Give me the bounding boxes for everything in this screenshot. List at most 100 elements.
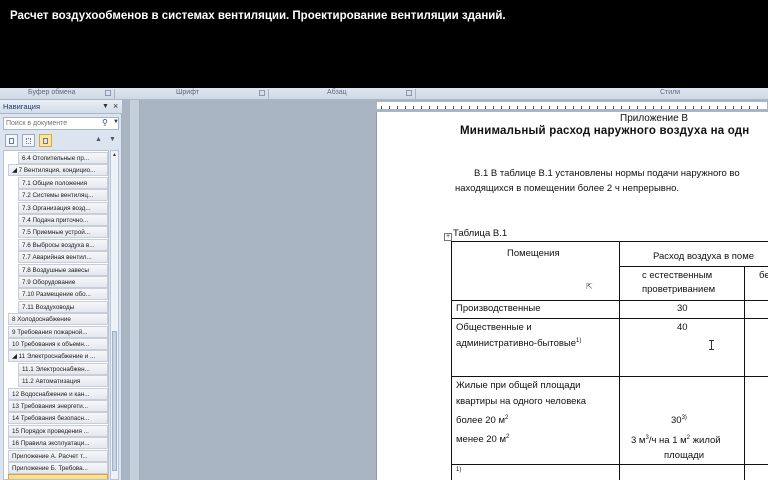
navigation-title: Навигация (3, 102, 41, 111)
row-residential-less-text: менее 20 м (456, 434, 507, 446)
ruler-tick (389, 106, 390, 109)
ruler-tick (437, 106, 438, 109)
paragraph-line-1: В.1 В таблице В.1 установлены нормы пода… (474, 168, 740, 179)
nav-heading-item[interactable]: 7.1 Общие положения (18, 176, 108, 189)
nav-heading-item[interactable]: 7.9 Оборудование (18, 276, 108, 288)
nav-heading-item[interactable]: 10 Требования к объемн... (8, 338, 108, 350)
table-border-line (451, 241, 768, 242)
table-move-handle-icon[interactable]: + (444, 233, 452, 241)
row-industrial-name: Производственные (456, 303, 541, 314)
row-residential-name-line-2: квартиры на одного человека (456, 396, 587, 407)
clipboard-launcher-icon[interactable] (105, 90, 111, 96)
row-residential-value-2: 3 м3/ч на 1 м2 жилой (631, 435, 721, 446)
nav-heading-item[interactable]: 7.10 Размещение обо... (18, 288, 108, 301)
row-public-name-line-2: административно-бытовые1) (456, 338, 581, 349)
header-natural-line-2: проветриванием (642, 284, 716, 295)
ruler-tick (717, 106, 718, 109)
ruler-tick (653, 106, 654, 109)
next-heading-arrow-icon[interactable]: ▼ (109, 136, 116, 143)
table-border-line (619, 241, 620, 480)
nav-heading-item[interactable]: 6.4 Отопительные пр... (18, 152, 108, 164)
close-icon[interactable]: × (113, 101, 118, 111)
ruler-tick (621, 106, 622, 109)
video-title: Расчет воздухообменов в системах вентиля… (10, 10, 506, 22)
nav-heading-item[interactable]: 7.8 Воздушные завесы (18, 263, 108, 276)
pane-options-chevron-down-icon[interactable]: ▼ (102, 103, 109, 110)
navigation-scrollbar[interactable]: ▲ (110, 150, 119, 480)
paragraph-launcher-icon[interactable] (406, 90, 412, 96)
previous-heading-arrow-icon[interactable]: ▲ (95, 136, 102, 143)
nav-heading-item[interactable]: 12 Водоснабжение и кан... (8, 387, 108, 400)
ruler-tick (413, 106, 414, 109)
ruler-tick (685, 106, 686, 109)
text-cursor-icon (709, 340, 714, 350)
nav-heading-item[interactable]: ◢ 11 Электроснабжение и ... (8, 350, 108, 363)
nav-heading-item[interactable]: 7.6 Выбросы воздуха в... (18, 238, 108, 251)
pages-grid-icon (26, 138, 31, 144)
superscript: 2 (505, 415, 509, 421)
ruler-tick (645, 106, 646, 109)
scrollbar-thumb[interactable] (112, 331, 117, 471)
value-text: /ч на 1 м (648, 435, 687, 447)
table-border-line (451, 241, 452, 480)
nav-heading-item[interactable]: 7.5 Приемные устрой... (18, 226, 108, 239)
ruler-tick (517, 106, 518, 109)
table-border-line (451, 318, 768, 319)
search-icon[interactable]: ⚲ (102, 118, 108, 127)
document-page[interactable]: Приложение В Минимальный расход наружног… (376, 112, 768, 480)
row-residential-value-1-text: 30 (671, 415, 682, 427)
results-view-button[interactable] (39, 134, 52, 147)
font-launcher-icon[interactable] (259, 90, 265, 96)
ruler-tick (669, 106, 670, 109)
nav-heading-item[interactable]: 9 Требования пожарной... (8, 325, 108, 338)
ruler-tick (493, 106, 494, 109)
nav-heading-item[interactable]: 11.1 Электроснабжен... (18, 362, 108, 375)
header-air-flow: Расход воздуха в поме (653, 251, 755, 262)
pages-view-button[interactable] (22, 134, 35, 147)
ribbon-group-clipboard[interactable]: Буфер обмена (28, 89, 76, 96)
nav-heading-item[interactable]: 7.4 Подача приточно... (18, 214, 108, 226)
nav-heading-item[interactable]: 16 Правила эксплуатаци... (8, 437, 108, 450)
value-text: 3 м (631, 435, 646, 447)
appendix-label: Приложение В (620, 113, 689, 124)
ruler-tick (541, 106, 542, 109)
nav-heading-item[interactable]: 7.2 Системы вентиляц... (18, 189, 108, 202)
ruler-tick (597, 106, 598, 109)
nav-heading-item[interactable]: 7.11 Воздуховоды (18, 300, 108, 313)
ribbon-group-styles[interactable]: Стили (660, 89, 680, 96)
nav-heading-item[interactable]: 7.7 Аварийная вентил... (18, 251, 108, 264)
ribbon-group-paragraph[interactable]: Абзац (327, 89, 347, 96)
nav-heading-item[interactable]: Приложение А. Расчет т... (8, 449, 108, 462)
row-residential-less: менее 20 м2 (456, 434, 509, 445)
row-industrial-value: 30 (677, 303, 688, 314)
row-residential-value-1: 303) (671, 415, 687, 426)
ruler-tick (549, 106, 550, 109)
nav-heading-item[interactable]: 14 Требования безопасн... (8, 412, 108, 425)
search-options-chevron-down-icon[interactable]: ▼ (113, 119, 119, 125)
search-input[interactable] (6, 118, 96, 129)
nav-heading-item[interactable] (8, 474, 108, 479)
horizontal-ruler[interactable] (376, 101, 768, 110)
nav-heading-item[interactable]: 7.3 Организация возд... (18, 201, 108, 214)
ruler-tick (709, 106, 710, 109)
nav-heading-item[interactable]: 8 Холодоснабжение (8, 313, 108, 326)
nav-heading-item[interactable]: 11.2 Автоматизация (18, 375, 108, 388)
nav-heading-item[interactable]: ◢ 7 Вентиляция, кондицио... (8, 164, 108, 177)
ruler-tick (461, 106, 462, 109)
nav-heading-item[interactable]: Приложение Б. Требова... (8, 462, 108, 474)
ruler-tick (405, 106, 406, 109)
scroll-up-arrow-icon[interactable]: ▲ (112, 152, 117, 158)
navigation-pane: Навигация ▼ × ⚲ ▼ ▲ ▼ 6.4 Отопительные п… (0, 100, 122, 480)
table-border-line (744, 266, 745, 480)
ruler-tick (741, 106, 742, 109)
ruler-tick (525, 106, 526, 109)
table-border-line (619, 266, 768, 267)
search-box[interactable]: ⚲ ▼ (3, 117, 119, 130)
headings-view-button[interactable] (5, 134, 18, 147)
ruler-tick (581, 106, 582, 109)
ribbon-group-font[interactable]: Шрифт (176, 89, 199, 96)
ruler-tick (589, 106, 590, 109)
nav-heading-item[interactable]: 13 Требования энергети... (8, 400, 108, 412)
table-border-line (451, 464, 768, 465)
nav-heading-item[interactable]: 15 Порядок проведения ... (8, 424, 108, 437)
